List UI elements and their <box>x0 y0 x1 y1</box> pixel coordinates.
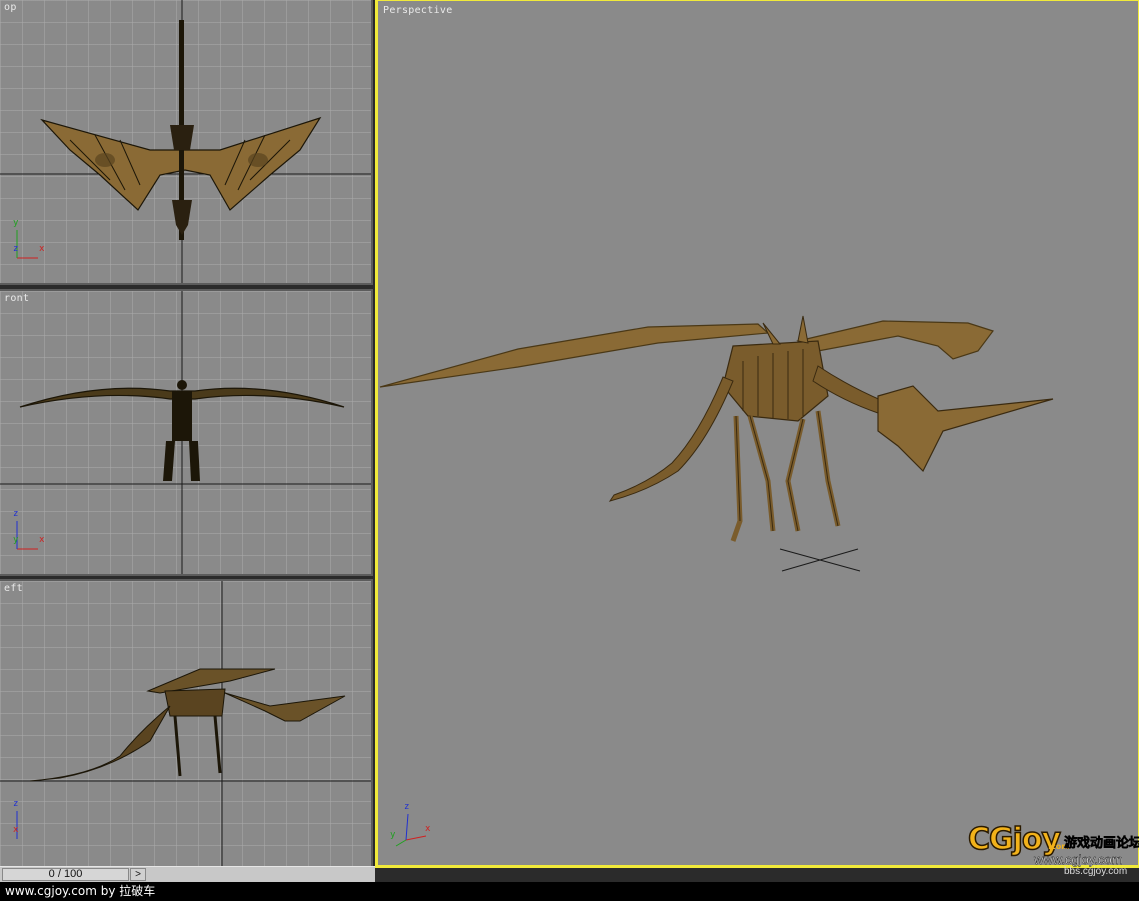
axis-y-label-front: y <box>13 535 19 545</box>
axis-gizmo-perspective: x z y <box>388 802 433 851</box>
axis-z-label-top: z <box>13 244 19 254</box>
axis-z-label-front: z <box>13 509 19 519</box>
axis-gizmo-left: z x <box>12 799 52 843</box>
time-slider[interactable]: 0 / 100 <box>2 868 129 881</box>
dragon-front-view <box>0 291 371 574</box>
dragon-perspective-view <box>379 315 1054 572</box>
dragon-left-view <box>0 581 371 866</box>
axis-x-label-front: x <box>39 535 45 545</box>
viewport-front[interactable]: ront x z y <box>0 289 373 576</box>
dragon-top-view <box>0 0 371 283</box>
axis-gizmo-front: x z y <box>12 509 52 553</box>
viewport-left[interactable]: eft z x <box>0 579 373 868</box>
axis-z-label-persp: z <box>404 802 410 812</box>
logo-url2: bbs.cgjoy.com <box>1064 866 1128 877</box>
viewport-top[interactable]: op x y z <box>0 0 373 285</box>
axis-y-label-persp: y <box>390 830 396 840</box>
next-frame-button[interactable]: > <box>130 868 146 881</box>
credit-text: www.cgjoy.com by 拉破车 <box>0 882 1139 901</box>
axis-x-label-persp: x <box>425 824 431 834</box>
axis-z-label-left: z <box>13 799 19 809</box>
axis-y-label-top: y <box>13 218 19 228</box>
axis-x-label-top: x <box>39 244 45 254</box>
viewport-perspective[interactable]: Perspective x z y <box>375 0 1139 868</box>
logo-url: www.cgjoy.com <box>1034 852 1123 867</box>
time-slider-bar: 0 / 100 > <box>0 866 375 882</box>
cgjoy-logo: CGjoy .com 游戏动画论坛 www.cgjoy.com bbs.cgjo… <box>967 821 1139 878</box>
axis-x-label-left: x <box>13 825 19 835</box>
logo-cn-text: 游戏动画论坛 <box>1064 836 1139 852</box>
axis-gizmo-top: x y z <box>12 218 52 262</box>
